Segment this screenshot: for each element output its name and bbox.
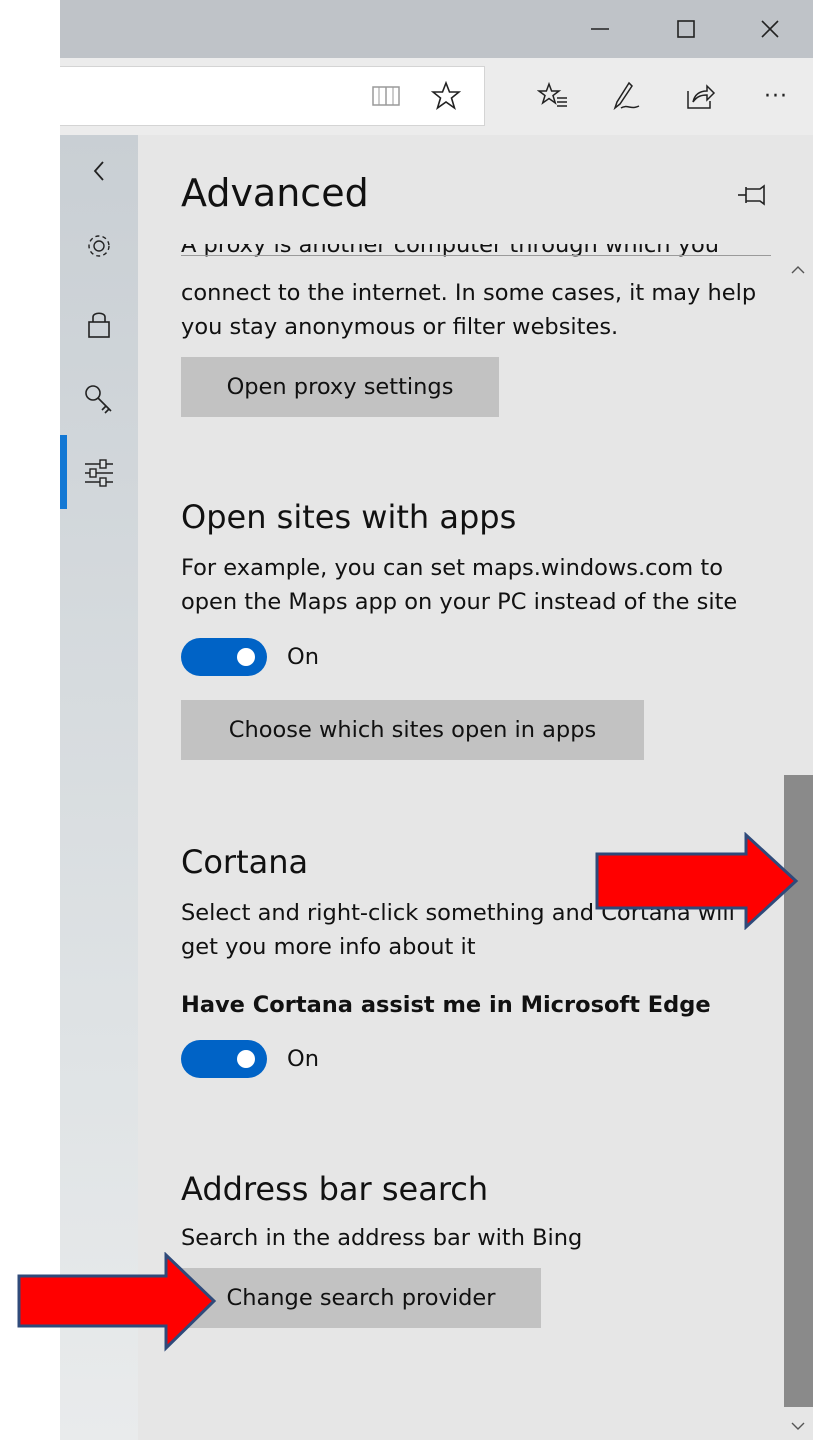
more-menu-button[interactable]: ···: [756, 74, 796, 118]
scroll-down-icon[interactable]: [788, 1418, 808, 1434]
maximize-button[interactable]: [643, 0, 729, 58]
panel-title: Advanced: [181, 171, 369, 215]
scroll-up-icon[interactable]: [788, 262, 808, 278]
maximize-icon: [677, 20, 695, 38]
cortana-toggle-label: On: [287, 1046, 319, 1072]
sliders-icon[interactable]: [78, 452, 120, 494]
close-button[interactable]: [727, 0, 813, 58]
open-sites-toggle[interactable]: [181, 638, 267, 676]
favorites-hub-icon[interactable]: [533, 74, 573, 118]
star-icon[interactable]: [426, 74, 466, 118]
minimize-icon: [591, 28, 609, 30]
change-search-provider-button[interactable]: Change search provider: [181, 1268, 541, 1328]
lock-icon[interactable]: [78, 303, 120, 345]
proxy-description-cut: A proxy is another computer through whic…: [181, 244, 719, 258]
address-bar-search-heading: Address bar search: [181, 1170, 489, 1208]
address-bar[interactable]: [60, 66, 485, 126]
open-sites-heading: Open sites with apps: [181, 498, 517, 536]
toggle-knob: [237, 648, 255, 666]
open-proxy-settings-button[interactable]: Open proxy settings: [181, 357, 499, 417]
toggle-knob: [237, 1050, 255, 1068]
chevron-left-icon[interactable]: [78, 150, 120, 192]
proxy-description-line2: you stay anonymous or filter websites.: [181, 314, 619, 340]
choose-sites-button[interactable]: Choose which sites open in apps: [181, 700, 644, 760]
cortana-option-label: Have Cortana assist me in Microsoft Edge: [181, 992, 711, 1018]
open-sites-description-line2: open the Maps app on your PC instead of …: [181, 589, 738, 615]
annotation-arrow-right-top: [595, 832, 799, 930]
gear-icon[interactable]: [78, 225, 120, 267]
annotation-arrow-right-bottom: [17, 1252, 217, 1352]
minimize-button[interactable]: [557, 0, 643, 58]
active-indicator: [60, 435, 67, 509]
address-bar-search-description: Search in the address bar with Bing: [181, 1225, 583, 1251]
web-note-icon[interactable]: [606, 74, 646, 118]
cortana-heading: Cortana: [181, 843, 309, 881]
open-sites-description-line1: For example, you can set maps.windows.co…: [181, 555, 723, 581]
cortana-toggle[interactable]: [181, 1040, 267, 1078]
pin-icon[interactable]: [734, 178, 772, 212]
clipped-text-region: A proxy is another computer through whic…: [181, 244, 771, 264]
close-icon: [761, 20, 779, 38]
cortana-description-line2: get you more info about it: [181, 934, 476, 960]
proxy-description-line1: connect to the internet. In some cases, …: [181, 280, 757, 306]
key-icon[interactable]: [78, 378, 120, 420]
open-sites-toggle-label: On: [287, 644, 319, 670]
share-icon[interactable]: [680, 74, 720, 118]
scroll-divider: [181, 255, 771, 256]
reading-view-icon[interactable]: [366, 74, 406, 118]
